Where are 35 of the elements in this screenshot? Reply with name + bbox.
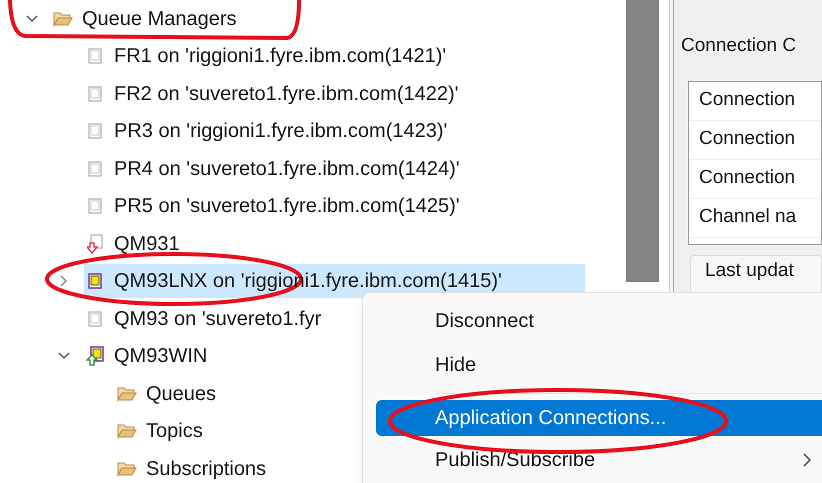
queue-manager-icon xyxy=(87,122,103,140)
tree-item[interactable]: PR5 on 'suvereto1.fyre.ibm.com(1425)' xyxy=(84,189,585,224)
chevron-right-icon[interactable] xyxy=(60,275,68,288)
table-cell: Channel na xyxy=(689,198,821,238)
tree-item[interactable]: PR4 on 'suvereto1.fyre.ibm.com(1424)' xyxy=(84,152,585,186)
scrollbar[interactable] xyxy=(626,0,659,282)
queue-manager-icon xyxy=(87,47,103,66)
chevron-right-icon xyxy=(803,453,811,467)
tree-item[interactable]: FR1 on 'riggioni1.fyre.ibm.com(1421)' xyxy=(84,39,585,74)
section-title: Connection C xyxy=(681,34,798,58)
tree-item[interactable]: FR2 on 'suvereto1.fyre.ibm.com(1422)' xyxy=(84,76,585,111)
chevron-down-icon[interactable] xyxy=(26,14,38,23)
queue-manager-down-icon xyxy=(87,234,103,254)
tree-item[interactable]: QM931 xyxy=(84,226,585,261)
tree-item[interactable]: Queue Managers xyxy=(52,2,585,36)
table-cell: Connection xyxy=(689,82,821,120)
queue-manager-up-icon xyxy=(86,346,104,366)
table-cell: Connection xyxy=(689,120,821,160)
chevron-down-icon[interactable] xyxy=(58,352,70,360)
menu-item[interactable]: Hide xyxy=(376,343,822,387)
folder-icon xyxy=(117,460,137,477)
menu-item[interactable]: Application Connections... xyxy=(376,400,822,436)
table-cell: Connection xyxy=(689,160,821,198)
folder-icon xyxy=(117,423,137,440)
menu-item[interactable]: Publish/Subscribe xyxy=(376,438,822,482)
queue-manager-icon xyxy=(87,310,103,328)
queue-manager-running-icon xyxy=(87,272,103,290)
queue-manager-icon xyxy=(87,197,103,216)
queue-manager-icon xyxy=(87,160,103,178)
refresh-button[interactable]: Last updat xyxy=(690,254,822,294)
folder-icon xyxy=(53,10,73,27)
tree-item[interactable]: PR3 on 'riggioni1.fyre.ibm.com(1423)' xyxy=(84,114,585,148)
menu-item[interactable]: Disconnect xyxy=(376,299,822,343)
folder-icon xyxy=(117,386,137,402)
queue-manager-icon xyxy=(87,84,103,103)
